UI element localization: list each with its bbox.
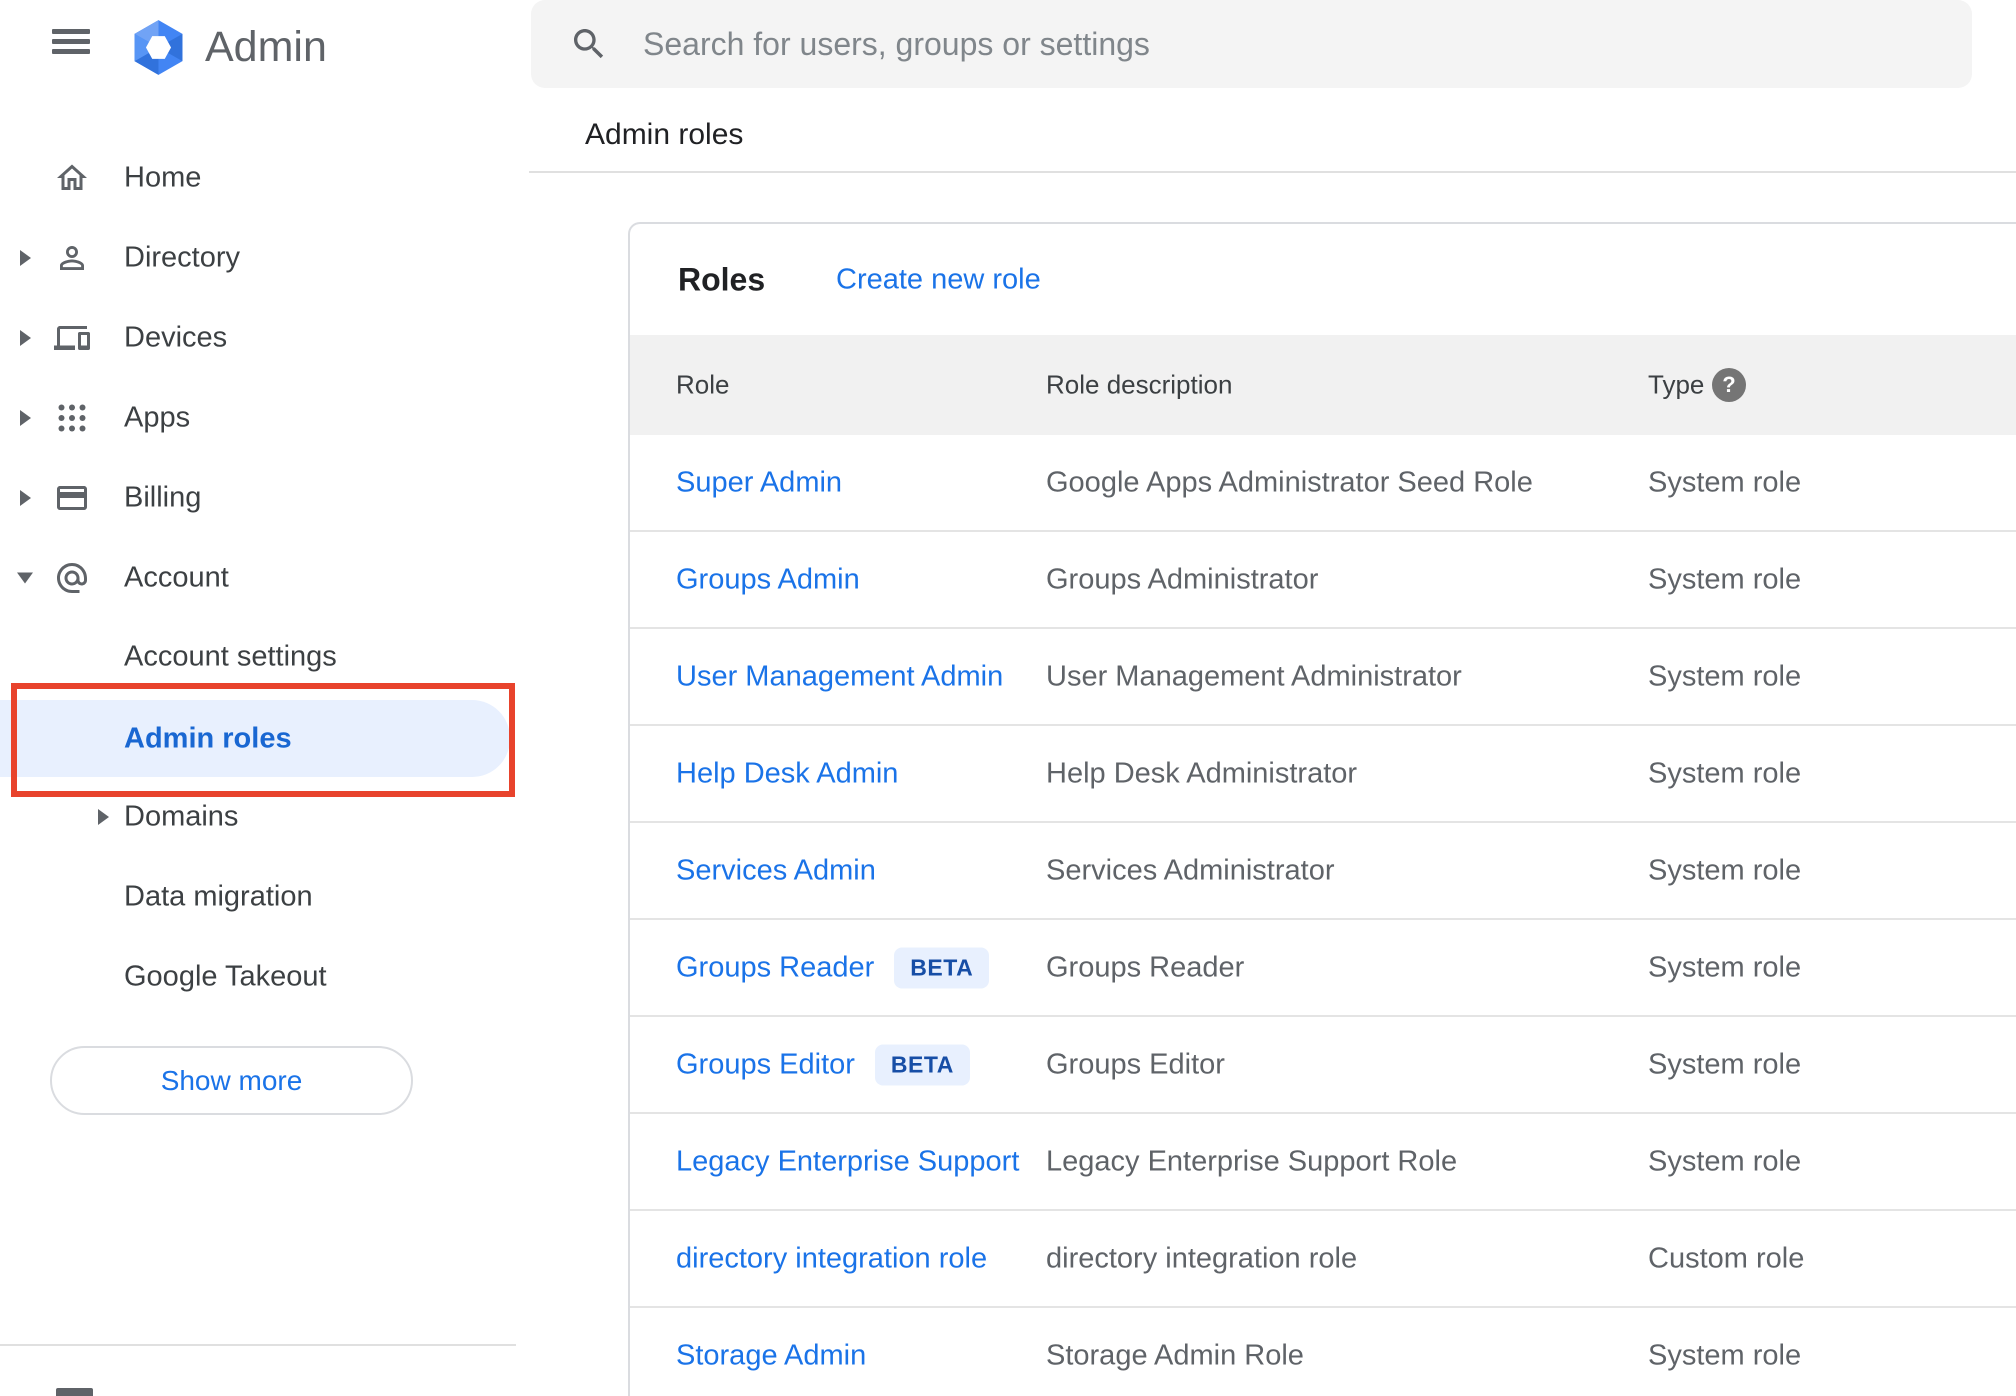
table-row: Storage Admin Storage Admin Role System … [630, 1308, 2016, 1396]
roles-panel-header: Roles Create new role [630, 224, 2016, 335]
table-row: Help Desk Admin Help Desk Administrator … [630, 726, 2016, 823]
sidebar-item-domains[interactable]: Domains [0, 777, 530, 857]
table-header-row: Role Role description Type ? [630, 335, 2016, 435]
sidebar-item-account[interactable]: Account [0, 538, 530, 618]
roles-panel: Roles Create new role Role Role descript… [628, 222, 2016, 1396]
home-icon [57, 164, 87, 190]
search-input[interactable] [643, 0, 1923, 88]
role-link[interactable]: directory integration role [676, 1242, 987, 1275]
panel-title: Roles [678, 261, 766, 297]
table-row: Super Admin Google Apps Administrator Se… [630, 435, 2016, 532]
role-description: directory integration role [1046, 1242, 1358, 1274]
role-link[interactable]: Storage Admin [676, 1339, 866, 1372]
role-description: Groups Reader [1046, 951, 1245, 983]
role-type: System role [1648, 1339, 1802, 1371]
role-type: System role [1648, 563, 1802, 595]
credit-card-icon [57, 486, 87, 510]
collapse-arrow-icon[interactable] [17, 572, 33, 584]
role-description: Storage Admin Role [1046, 1339, 1304, 1371]
expand-arrow-icon[interactable] [98, 809, 109, 825]
sidebar-item-data-migration[interactable]: Data migration [0, 857, 530, 937]
sidebar: Admin Home Directory Devices Apps Billin… [0, 0, 530, 1396]
sidebar-item-google-takeout[interactable]: Google Takeout [0, 937, 530, 1017]
table-row: Legacy Enterprise Support Legacy Enterpr… [630, 1114, 2016, 1211]
role-type: System role [1648, 951, 1802, 983]
role-link[interactable]: Groups Reader [676, 951, 874, 984]
role-link[interactable]: User Management Admin [676, 660, 1003, 693]
search-bar[interactable] [531, 0, 1972, 88]
create-new-role-link[interactable]: Create new role [836, 263, 1041, 296]
search-icon [574, 29, 604, 59]
role-description: Legacy Enterprise Support Role [1046, 1145, 1458, 1177]
role-description: Groups Editor [1046, 1048, 1225, 1080]
role-link[interactable]: Services Admin [676, 854, 876, 887]
admin-logo-icon [134, 20, 183, 75]
expand-arrow-icon[interactable] [20, 250, 31, 266]
role-description: Google Apps Administrator Seed Role [1046, 466, 1533, 498]
table-row: Groups Admin Groups Administrator System… [630, 532, 2016, 629]
expand-arrow-icon[interactable] [20, 490, 31, 506]
expand-arrow-icon[interactable] [20, 410, 31, 426]
table-row: User Management Admin User Management Ad… [630, 629, 2016, 726]
expand-arrow-icon[interactable] [20, 330, 31, 346]
cutoff-footer-icon [56, 1388, 93, 1396]
role-description: Services Administrator [1046, 854, 1335, 886]
help-icon[interactable]: ? [1712, 368, 1746, 402]
sidebar-item-billing[interactable]: Billing [0, 458, 530, 538]
app-title: Admin [205, 23, 327, 71]
column-header-type: Type [1648, 369, 1705, 400]
sidebar-footer-divider [0, 1344, 516, 1346]
apps-grid-icon [58, 404, 86, 432]
column-header-role: Role [676, 369, 730, 400]
role-type: System role [1648, 757, 1802, 789]
show-more-button[interactable]: Show more [50, 1046, 413, 1115]
role-link[interactable]: Groups Editor [676, 1048, 855, 1081]
role-link[interactable]: Help Desk Admin [676, 757, 898, 790]
role-type: System role [1648, 466, 1802, 498]
role-description: Help Desk Administrator [1046, 757, 1358, 789]
role-link[interactable]: Super Admin [676, 466, 842, 499]
table-row: Groups Editor BETA Groups Editor System … [630, 1017, 2016, 1114]
sidebar-item-directory[interactable]: Directory [0, 218, 530, 298]
role-description: Groups Administrator [1046, 563, 1319, 595]
table-row: Groups Reader BETA Groups Reader System … [630, 920, 2016, 1017]
devices-icon [54, 326, 90, 350]
breadcrumb: Admin roles [585, 118, 744, 151]
menu-icon[interactable] [52, 29, 90, 54]
beta-badge: BETA [894, 947, 990, 988]
role-type: System role [1648, 1048, 1802, 1080]
role-type: Custom role [1648, 1242, 1805, 1274]
role-type: System role [1648, 660, 1802, 692]
role-link[interactable]: Groups Admin [676, 563, 860, 596]
column-header-description: Role description [1046, 369, 1233, 400]
sidebar-item-apps[interactable]: Apps [0, 378, 530, 458]
role-description: User Management Administrator [1046, 660, 1462, 692]
person-icon [60, 246, 84, 270]
role-type: System role [1648, 1145, 1802, 1177]
sidebar-item-admin-roles[interactable]: Admin roles [0, 700, 530, 777]
sidebar-item-devices[interactable]: Devices [0, 298, 530, 378]
table-row: directory integration role directory int… [630, 1211, 2016, 1308]
breadcrumb-divider [529, 171, 2016, 173]
sidebar-item-home[interactable]: Home [0, 138, 530, 218]
sidebar-item-account-settings[interactable]: Account settings [0, 617, 530, 697]
role-link[interactable]: Legacy Enterprise Support [676, 1145, 1019, 1178]
role-type: System role [1648, 854, 1802, 886]
beta-badge: BETA [874, 1044, 970, 1085]
table-row: Services Admin Services Administrator Sy… [630, 823, 2016, 920]
at-sign-icon [57, 563, 87, 593]
